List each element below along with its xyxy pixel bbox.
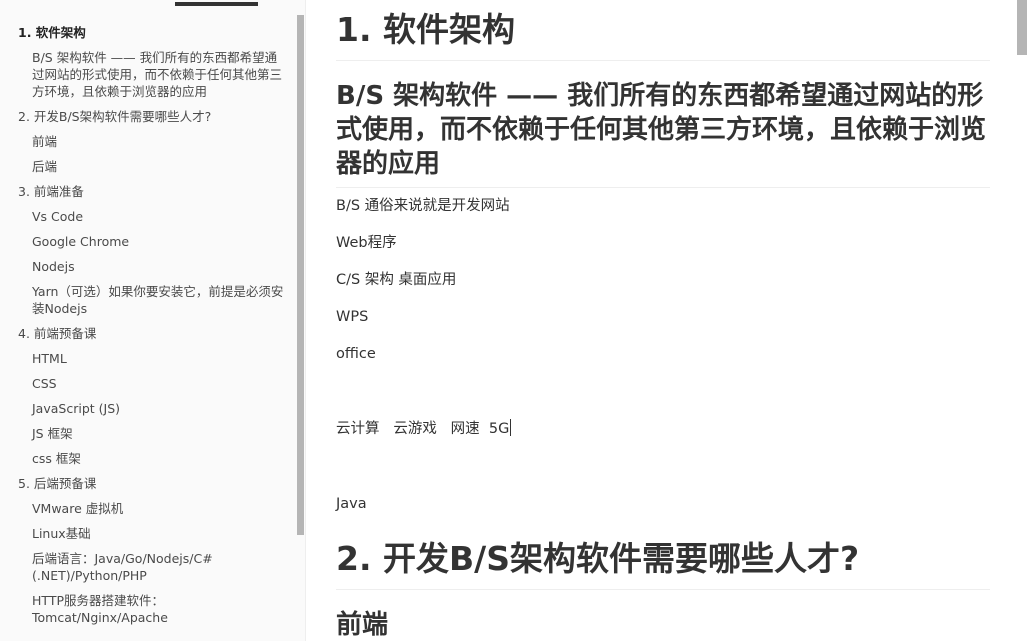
editor-scrollbar[interactable] xyxy=(1017,0,1027,55)
heading-frontend: 前端 xyxy=(336,610,389,640)
paragraph-cloud[interactable]: 云计算 云游戏 网速 5G xyxy=(336,411,990,448)
heading-talent-needed: 2. 开发B/S架构软件需要哪些人才? xyxy=(336,523,990,590)
outline-item[interactable]: CSS xyxy=(0,371,296,396)
paragraph-java: Java xyxy=(336,496,367,512)
sidebar-scrollbar[interactable] xyxy=(297,15,304,535)
paragraph: C/S 架构 桌面应用 xyxy=(336,272,457,288)
outline-item[interactable]: 前端 xyxy=(0,129,296,154)
outline-item[interactable]: Yarn（可选）如果你要安装它，前提是必须安装Nodejs xyxy=(0,279,296,321)
outline-item[interactable]: JavaScript (JS) xyxy=(0,396,296,421)
outline-item[interactable]: 1. 软件架构 xyxy=(0,20,296,45)
outline-item[interactable]: css 框架 xyxy=(0,446,296,471)
heading-bs-architecture: B/S 架构软件 —— 我们所有的东西都希望通过网站的形式使用，而不依赖于任何其… xyxy=(336,61,990,188)
outline-item[interactable]: 3. 前端准备 xyxy=(0,179,296,204)
outline-item[interactable]: 5. 后端预备课 xyxy=(0,471,296,496)
cloud-text: 云计算 云游戏 网速 5G xyxy=(336,421,510,437)
empty-line xyxy=(336,373,990,411)
outline-list: 1. 软件架构 B/S 架构软件 —— 我们所有的东西都希望通过网站的形式使用，而… xyxy=(0,20,296,630)
outline-item[interactable]: VMware 虚拟机 xyxy=(0,496,296,521)
document-content[interactable]: 1. 软件架构 B/S 架构软件 —— 我们所有的东西都希望通过网站的形式使用，… xyxy=(336,0,990,641)
outline-item[interactable]: 4. 前端预备课 xyxy=(0,321,296,346)
paragraph: B/S 通俗来说就是开发网站 xyxy=(336,198,510,214)
outline-item[interactable]: Nodejs xyxy=(0,254,296,279)
outline-item[interactable]: HTTP服务器搭建软件：Tomcat/Nginx/Apache xyxy=(0,588,296,630)
paragraph: office xyxy=(336,346,376,362)
heading-software-architecture: 1. 软件架构 xyxy=(336,0,990,61)
text-caret xyxy=(510,419,512,436)
editor-area[interactable]: 1. 软件架构 B/S 架构软件 —— 我们所有的东西都希望通过网站的形式使用，… xyxy=(306,0,1027,641)
outline-item[interactable]: Google Chrome xyxy=(0,229,296,254)
outline-item[interactable]: B/S 架构软件 —— 我们所有的东西都希望通过网站的形式使用，而不依赖于任何其… xyxy=(0,45,296,104)
outline-item[interactable]: Linux基础 xyxy=(0,521,296,546)
sidebar-tab-indicator[interactable] xyxy=(175,2,258,6)
outline-item[interactable]: Vs Code xyxy=(0,204,296,229)
empty-line xyxy=(336,448,990,486)
outline-item[interactable]: 后端语言：Java/Go/Nodejs/C#(.NET)/Python/PHP xyxy=(0,546,296,588)
paragraph: WPS xyxy=(336,309,369,325)
outline-item[interactable]: 后端 xyxy=(0,154,296,179)
outline-item[interactable]: 2. 开发B/S架构软件需要哪些人才? xyxy=(0,104,296,129)
paragraph: Web程序 xyxy=(336,235,397,251)
outline-item[interactable]: JS 框架 xyxy=(0,421,296,446)
outline-item[interactable]: HTML xyxy=(0,346,296,371)
outline-sidebar: 1. 软件架构 B/S 架构软件 —— 我们所有的东西都希望通过网站的形式使用，而… xyxy=(0,0,305,641)
